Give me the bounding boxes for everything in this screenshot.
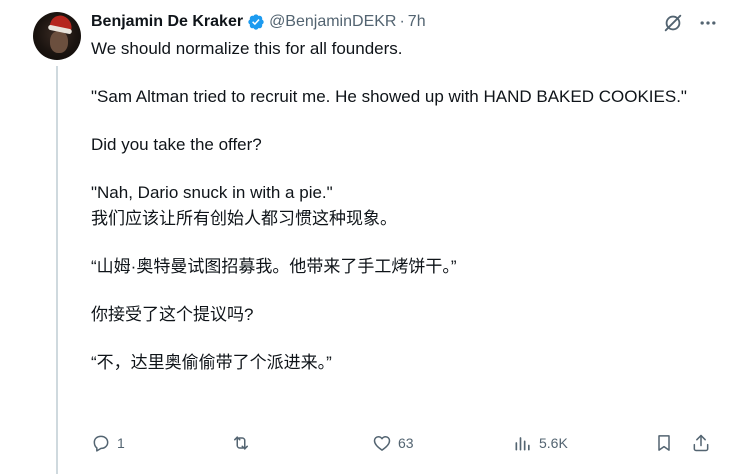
share-icon — [693, 434, 709, 452]
tweet-paragraph: We should normalize this for all founder… — [91, 39, 403, 58]
tweet-paragraph: "Sam Altman tried to recruit me. He show… — [91, 87, 687, 106]
separator-dot: · — [399, 13, 405, 30]
verified-badge-icon[interactable] — [247, 13, 265, 31]
like-count: 63 — [398, 435, 414, 451]
bookmark-icon — [658, 435, 670, 451]
tweet[interactable]: Benjamin De Kraker @BenjaminDEKR · 7h We… — [0, 0, 738, 474]
views-button[interactable]: 5.6K — [513, 431, 568, 455]
retweet-button[interactable] — [231, 431, 257, 455]
reply-button[interactable]: 1 — [91, 431, 125, 455]
author-handle[interactable]: @BenjaminDEKR — [269, 13, 396, 31]
heart-icon — [373, 436, 391, 451]
retweet-icon — [234, 436, 248, 450]
views-count: 5.6K — [539, 435, 568, 451]
share-button[interactable] — [691, 431, 711, 455]
like-button[interactable]: 63 — [372, 431, 414, 455]
tweet-paragraph: Did you take the offer? — [91, 135, 262, 154]
author-name[interactable]: Benjamin De Kraker — [91, 13, 243, 31]
views-icon — [515, 437, 530, 451]
tweet-paragraph: “不，达里奥偷偷带了个派进来。” — [91, 353, 332, 372]
reply-icon — [93, 435, 109, 452]
thread-line — [56, 66, 58, 474]
tweet-paragraph: “山姆·奥特曼试图招募我。他带来了手工烤饼干。” — [91, 257, 457, 276]
tweet-paragraph: 我们应该让所有创始人都习惯这种现象。 — [91, 209, 397, 228]
avatar[interactable] — [33, 12, 81, 60]
tweet-body: We should normalize this for all founder… — [91, 37, 711, 375]
tweet-actions: 1 63 5.6K — [91, 431, 719, 455]
tweet-paragraph: 你接受了这个提议吗? — [91, 305, 254, 324]
tweet-time[interactable]: 7h — [408, 13, 426, 31]
grok-icon[interactable] — [662, 12, 684, 34]
avatar-face — [50, 31, 68, 53]
more-icon[interactable] — [698, 13, 718, 33]
reply-count: 1 — [117, 435, 125, 451]
bookmark-button[interactable] — [654, 431, 674, 455]
tweet-paragraph: "Nah, Dario snuck in with a pie." — [91, 183, 333, 202]
tweet-header: Benjamin De Kraker @BenjaminDEKR · 7h — [91, 12, 426, 32]
tweet-top-icons — [662, 12, 718, 34]
